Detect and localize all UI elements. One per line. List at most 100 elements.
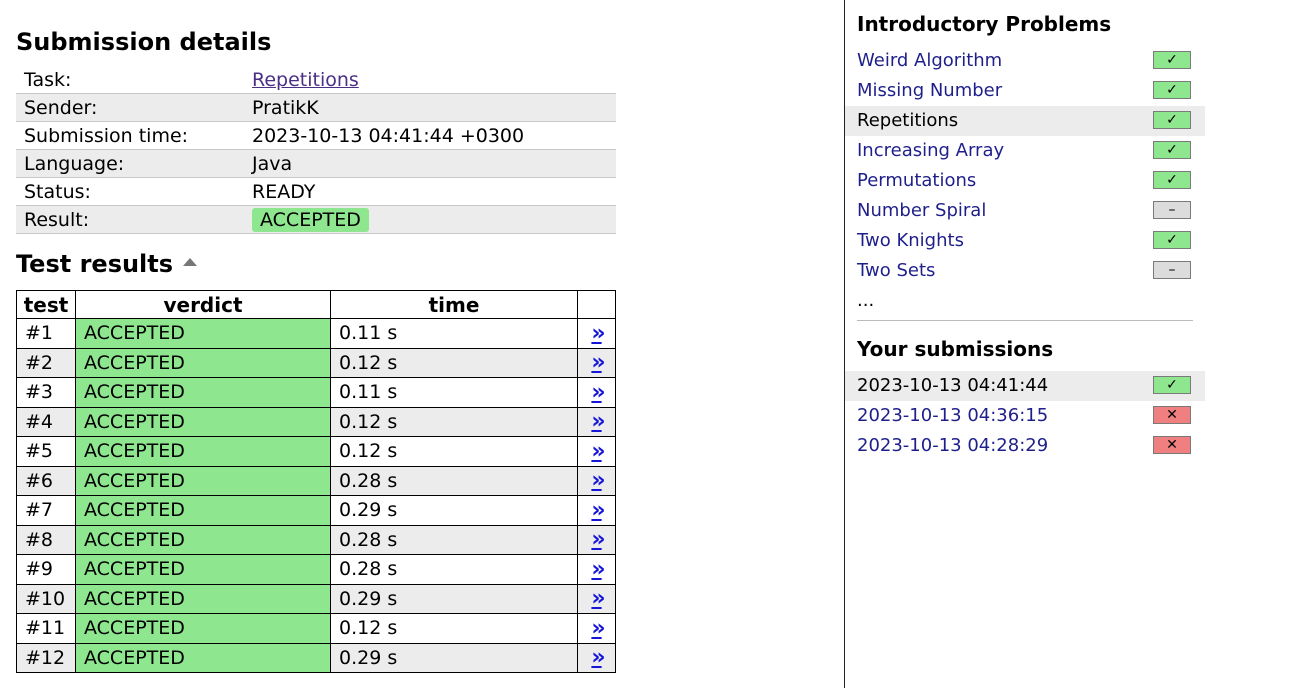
detail-value: Java (244, 149, 616, 178)
problem-link[interactable]: Permutations (857, 166, 976, 196)
submission-item: 2023-10-13 04:41:44 ✓ (845, 371, 1205, 401)
time-cell: 0.12 s (330, 436, 578, 467)
problem-item[interactable]: Two Sets – (845, 256, 1205, 286)
verdict-cell: ACCEPTED (75, 524, 331, 555)
detail-row-time: Submission time: 2023-10-13 04:41:44 +03… (16, 121, 616, 150)
check-icon: ✓ (1153, 171, 1191, 189)
details-arrow-icon[interactable]: » (591, 409, 605, 434)
verdict-cell: ACCEPTED (75, 318, 331, 349)
table-row: #7 ACCEPTED 0.29 s » (16, 495, 616, 526)
details-arrow-icon[interactable]: » (591, 616, 605, 641)
time-cell: 0.29 s (330, 642, 578, 673)
problems-heading: Introductory Problems (857, 12, 1112, 36)
divider (857, 320, 1193, 321)
time-cell: 0.28 s (330, 524, 578, 555)
test-results-title: Test results (16, 250, 174, 278)
detail-label: Language: (16, 149, 244, 178)
check-icon: ✓ (1153, 231, 1191, 249)
time-cell: 0.12 s (330, 406, 578, 437)
problem-item[interactable]: Increasing Array ✓ (845, 136, 1205, 166)
details-cell: » (577, 524, 616, 555)
verdict-cell: ACCEPTED (75, 583, 331, 614)
test-number: #6 (16, 465, 76, 496)
cross-icon: ✕ (1153, 436, 1191, 454)
collapse-triangle-icon[interactable] (183, 258, 198, 266)
details-arrow-icon[interactable]: » (591, 380, 605, 405)
table-row: #10 ACCEPTED 0.29 s » (16, 583, 616, 614)
time-cell: 0.12 s (330, 347, 578, 378)
time-cell: 0.11 s (330, 318, 578, 349)
test-number: #5 (16, 436, 76, 467)
verdict-cell: ACCEPTED (75, 347, 331, 378)
details-arrow-icon[interactable]: » (591, 527, 605, 552)
details-arrow-icon[interactable]: » (591, 321, 605, 346)
more-ellipsis: ... (857, 290, 875, 311)
table-row: #9 ACCEPTED 0.28 s » (16, 554, 616, 585)
check-icon: ✓ (1153, 51, 1191, 69)
problem-item: Repetitions ✓ (845, 106, 1205, 136)
problem-item[interactable]: Two Knights ✓ (845, 226, 1205, 256)
verdict-cell: ACCEPTED (75, 554, 331, 585)
problem-link[interactable]: Two Knights (857, 226, 964, 256)
detail-row-status: Status: READY (16, 177, 616, 206)
test-number: #10 (16, 583, 76, 614)
detail-label: Status: (16, 177, 244, 206)
test-number: #4 (16, 406, 76, 437)
detail-value: READY (244, 177, 616, 206)
task-link[interactable]: Repetitions (252, 69, 359, 91)
verdict-cell: ACCEPTED (75, 642, 331, 673)
results-body: #1 ACCEPTED 0.11 s» #2 ACCEPTED 0.12 s» #3 ACCE… (16, 318, 616, 673)
time-cell: 0.28 s (330, 465, 578, 496)
submission-list: 2023-10-13 04:41:44 ✓ 2023-10-13 04:36:15 ✕… (845, 371, 1205, 461)
detail-row-task: Task: Repetitions (16, 66, 616, 94)
problem-item[interactable]: Weird Algorithm ✓ (845, 46, 1205, 76)
problem-item[interactable]: Missing Number ✓ (845, 76, 1205, 106)
page-title: Submission details (16, 28, 272, 56)
detail-value: 2023-10-13 04:41:44 +0300 (244, 121, 616, 150)
problem-link[interactable]: Weird Algorithm (857, 46, 1002, 76)
test-number: #12 (16, 642, 76, 673)
problem-item[interactable]: Permutations ✓ (845, 166, 1205, 196)
submission-item[interactable]: 2023-10-13 04:36:15 ✕ (845, 401, 1205, 431)
test-number: #3 (16, 377, 76, 408)
table-row: #1 ACCEPTED 0.11 s » (16, 318, 616, 349)
col-verdict-header: verdict (75, 290, 331, 319)
details-arrow-icon[interactable]: » (591, 645, 605, 670)
table-row: #6 ACCEPTED 0.28 s » (16, 465, 616, 496)
details-arrow-icon[interactable]: » (591, 350, 605, 375)
submission-link[interactable]: 2023-10-13 04:36:15 (857, 401, 1048, 431)
problem-link[interactable]: Number Spiral (857, 196, 986, 226)
table-row: #5 ACCEPTED 0.12 s » (16, 436, 616, 467)
submission-link[interactable]: 2023-10-13 04:28:29 (857, 431, 1048, 461)
col-link-header (577, 290, 616, 319)
details-cell: » (577, 583, 616, 614)
details-arrow-icon[interactable]: » (591, 586, 605, 611)
detail-label: Submission time: (16, 121, 244, 150)
verdict-cell: ACCEPTED (75, 495, 331, 526)
verdict-cell: ACCEPTED (75, 465, 331, 496)
verdict-cell: ACCEPTED (75, 613, 331, 644)
details-arrow-icon[interactable]: » (591, 557, 605, 582)
details-arrow-icon[interactable]: » (591, 498, 605, 523)
details-cell: » (577, 642, 616, 673)
time-cell: 0.28 s (330, 554, 578, 585)
details-cell: » (577, 406, 616, 437)
details-arrow-icon[interactable]: » (591, 439, 605, 464)
test-number: #7 (16, 495, 76, 526)
problem-item[interactable]: Number Spiral – (845, 196, 1205, 226)
test-number: #8 (16, 524, 76, 555)
dash-icon: – (1153, 201, 1191, 219)
verdict-cell: ACCEPTED (75, 436, 331, 467)
submission-item[interactable]: 2023-10-13 04:28:29 ✕ (845, 431, 1205, 461)
problem-link[interactable]: Missing Number (857, 76, 1002, 106)
details-cell: » (577, 495, 616, 526)
result-badge: ACCEPTED (252, 207, 369, 232)
problem-link[interactable]: Increasing Array (857, 136, 1004, 166)
detail-row-sender: Sender: PratikK (16, 93, 616, 122)
check-icon: ✓ (1153, 376, 1191, 394)
dash-icon: – (1153, 261, 1191, 279)
details-arrow-icon[interactable]: » (591, 468, 605, 493)
table-row: #12 ACCEPTED 0.29 s » (16, 642, 616, 673)
test-results-heading[interactable]: Test results (16, 250, 198, 278)
problem-link[interactable]: Two Sets (857, 256, 935, 286)
